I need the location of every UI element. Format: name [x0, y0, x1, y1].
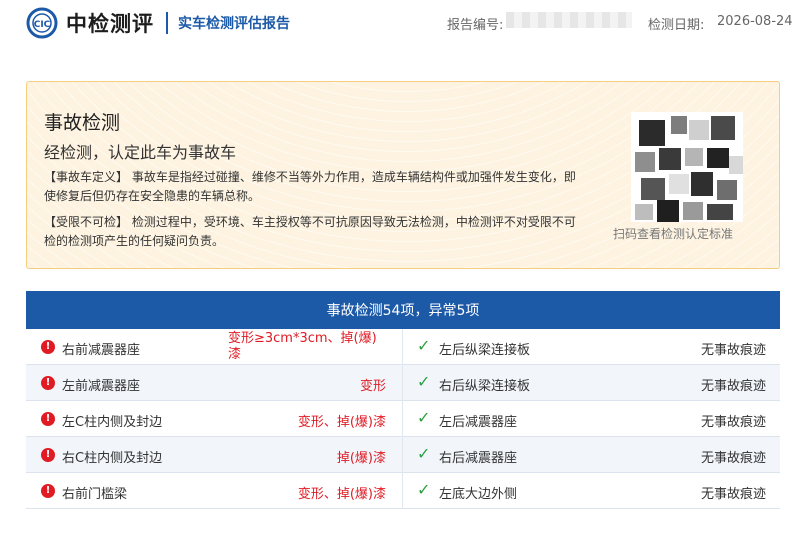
item-name: 左底大边外侧	[439, 487, 518, 502]
qr-caption: 扫码查看检测认定标准	[613, 227, 734, 241]
table-row: ! 左前减震器座 变形 ✓ 右后纵梁连接板 无事故痕迹	[26, 365, 780, 401]
summary-title: 事故检测	[44, 112, 121, 134]
table-row: ! 右前减震器座 变形≥3cm*3cm、掉(爆)漆 左后纵梁连接板 无事故痕迹 …	[26, 329, 780, 365]
normal-item[interactable]: ✓ 右后减震器座 无事故痕迹	[403, 437, 780, 473]
logo-divider	[166, 12, 168, 34]
item-status: 无事故痕迹	[700, 343, 766, 358]
brand-name: 中检测评	[66, 12, 154, 36]
report-number-label: 报告编号:	[447, 18, 504, 33]
item-status: 变形、掉(爆)漆	[297, 415, 386, 430]
item-name: 左C柱内侧及封边	[62, 415, 163, 430]
check-icon: ✓	[417, 408, 431, 427]
item-status: 变形、掉(爆)漆	[297, 487, 386, 502]
item-status: 掉(爆)漆	[336, 451, 386, 466]
normal-item[interactable]: ✓ 左后减震器座 无事故痕迹	[403, 401, 780, 437]
warning-icon: !	[41, 448, 55, 462]
check-icon: ✓	[417, 372, 431, 391]
check-icon: ✓	[417, 444, 431, 463]
table-row: ! 左C柱内侧及封边 变形、掉(爆)漆 ✓ 左后减震器座 无事故痕迹	[26, 401, 780, 437]
check-icon: ✓	[417, 480, 431, 499]
item-status: 无事故痕迹	[700, 415, 766, 430]
item-status: 无事故痕迹	[700, 379, 766, 394]
accident-results-table: 事故检测54项，异常5项 ! 右前减震器座 变形≥3cm*3cm、掉(爆)漆 左…	[26, 291, 780, 509]
report-header: CIC 中检测评 实车检测评估报告 报告编号: 检测日期: 2026-08-24	[0, 0, 800, 52]
item-name: 右后减震器座	[439, 451, 518, 466]
normal-item[interactable]: ✓ 右后纵梁连接板 无事故痕迹	[403, 365, 780, 401]
summary-verdict: 经检测，认定此车为事故车	[44, 143, 237, 162]
item-name: 右C柱内侧及封边	[62, 451, 163, 466]
qr-code-icon[interactable]	[631, 112, 743, 222]
abnormal-item[interactable]: ! 左前减震器座 变形	[26, 365, 403, 401]
item-name: 左前减震器座	[62, 379, 141, 394]
warning-icon: !	[41, 376, 55, 390]
table-row: ! 右C柱内侧及封边 掉(爆)漆 ✓ 右后减震器座 无事故痕迹	[26, 437, 780, 473]
item-name: 右前门槛梁	[62, 487, 128, 502]
table-row: ! 右前门槛梁 变形、掉(爆)漆 ✓ 左底大边外侧 无事故痕迹	[26, 473, 780, 509]
item-name: 左后纵梁连接板	[439, 343, 531, 358]
item-status: 变形	[359, 379, 386, 394]
warning-icon: !	[41, 484, 55, 498]
limitation-note: 【受限不可检】 检测过程中，受环境、车主授权等不可抗原因导致无法检测，中检测评不…	[44, 215, 576, 248]
brand-logo: CIC 中检测评 实车检测评估报告	[26, 7, 290, 39]
inspection-date-label: 检测日期:	[648, 18, 705, 33]
svg-text:CIC: CIC	[34, 20, 51, 30]
item-name: 右后纵梁连接板	[439, 379, 531, 394]
normal-item[interactable]: 左后纵梁连接板 无事故痕迹 ✓	[403, 329, 780, 365]
item-name: 左后减震器座	[439, 415, 518, 430]
report-number-redacted	[506, 12, 632, 28]
warning-icon: !	[41, 340, 55, 354]
report-type: 实车检测评估报告	[178, 16, 290, 32]
item-status: 无事故痕迹	[700, 451, 766, 466]
check-icon: ✓	[417, 336, 431, 355]
item-name: 右前减震器座	[62, 343, 141, 358]
results-heading: 事故检测54项，异常5项	[26, 291, 780, 329]
inspection-date: 2026-08-24	[717, 14, 793, 29]
abnormal-item[interactable]: ! 右C柱内侧及封边 掉(爆)漆	[26, 437, 403, 473]
abnormal-item[interactable]: ! 左C柱内侧及封边 变形、掉(爆)漆	[26, 401, 403, 437]
item-status: 变形≥3cm*3cm、掉(爆)漆	[228, 331, 377, 362]
warning-icon: !	[41, 412, 55, 426]
normal-item[interactable]: ✓ 左底大边外侧 无事故痕迹	[403, 473, 780, 509]
accident-summary-card: 事故检测 经检测，认定此车为事故车 【事故车定义】 事故车是指经过碰撞、维修不当…	[26, 81, 780, 269]
item-status: 无事故痕迹	[700, 487, 766, 502]
accident-definition: 【事故车定义】 事故车是指经过碰撞、维修不当等外力作用，造成车辆结构件或加强件发…	[44, 170, 576, 203]
logo-icon: CIC	[26, 7, 58, 39]
abnormal-item[interactable]: ! 右前减震器座 变形≥3cm*3cm、掉(爆)漆	[26, 329, 403, 365]
abnormal-item[interactable]: ! 右前门槛梁 变形、掉(爆)漆	[26, 473, 403, 509]
